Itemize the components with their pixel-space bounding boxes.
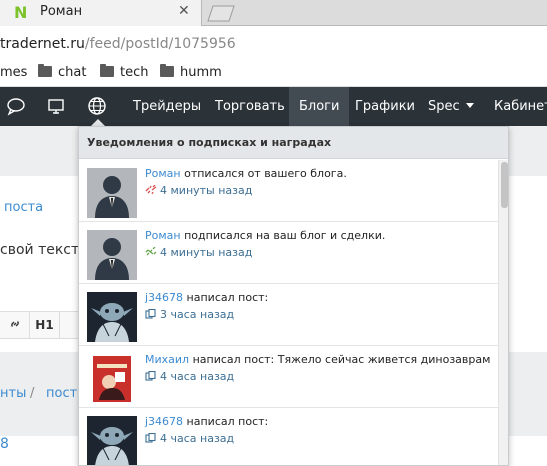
bookmark-chat[interactable]: chat bbox=[38, 64, 87, 80]
site-favicon-icon: N bbox=[14, 3, 28, 22]
notifications-title: Уведомления о подписках и наградах bbox=[87, 136, 332, 149]
bookmark-tech[interactable]: tech bbox=[100, 64, 149, 80]
nav-traders[interactable]: Трейдеры bbox=[133, 87, 201, 126]
notification-action: подписался на ваш блог и сделки. bbox=[180, 229, 386, 242]
address-bar[interactable]: tradernet.ru/feed/postId/1075956 bbox=[0, 27, 547, 62]
avatar[interactable] bbox=[87, 292, 137, 342]
nav-spec[interactable]: Spec bbox=[428, 87, 474, 126]
notification-time: 4 часа назад bbox=[145, 370, 234, 383]
close-tab-icon[interactable]: ✕ bbox=[178, 3, 190, 19]
bookmark-mes[interactable]: mes bbox=[0, 65, 27, 80]
nav-cabinet[interactable]: Кабинет bbox=[494, 87, 547, 126]
notification-time: 4 минуты назад bbox=[145, 184, 252, 197]
avatar[interactable] bbox=[87, 230, 137, 280]
notification-time-text: 4 минуты назад bbox=[160, 184, 253, 197]
bookmark-label: humm bbox=[180, 65, 222, 80]
notification-action: отписался от вашего блога. bbox=[180, 167, 347, 180]
nav-spec-label: Spec bbox=[428, 99, 460, 114]
copy-icon bbox=[145, 433, 156, 443]
editor-toolbar: H1 bbox=[0, 311, 90, 339]
scrollbar-thumb[interactable] bbox=[501, 162, 508, 208]
nav-charts[interactable]: Графики bbox=[355, 87, 415, 126]
site-navbar: Трейдеры Торговать Блоги Графики Spec Ка… bbox=[0, 87, 547, 126]
nav-trade[interactable]: Торговать bbox=[215, 87, 285, 126]
notification-user-link[interactable]: Роман bbox=[145, 167, 181, 180]
notification-time: 4 часа назад bbox=[145, 432, 234, 445]
avatar[interactable] bbox=[87, 168, 137, 218]
notification-user-link[interactable]: Роман bbox=[145, 229, 181, 242]
notification-user-link[interactable]: j34678 bbox=[145, 291, 183, 304]
notification-text: Роман отписался от вашего блога. bbox=[145, 167, 347, 180]
notifications-header: Уведомления о подписках и наградах bbox=[79, 127, 508, 159]
avatar[interactable] bbox=[87, 354, 137, 404]
h1-button[interactable]: H1 bbox=[30, 312, 60, 338]
notification-time: 4 минуты назад bbox=[145, 246, 252, 259]
notifications-list: Роман отписался от вашего блога. 4 минут… bbox=[79, 160, 498, 465]
notification-time: 3 часа назад bbox=[145, 308, 234, 321]
notification-action: написал пост: Тяжело сейчас живется дино… bbox=[189, 353, 491, 366]
link-icon[interactable] bbox=[0, 312, 30, 338]
breadcrumb-separator: / bbox=[30, 386, 35, 401]
broken-link-icon bbox=[145, 185, 157, 195]
notifications-dropdown: Уведомления о подписках и наградах Роман… bbox=[78, 126, 509, 466]
notification-item[interactable]: Михаил написал пост: Тяжело сейчас живет… bbox=[79, 346, 498, 408]
user-avatar-image bbox=[87, 354, 137, 404]
notification-item[interactable]: Роман подписался на ваш блог и сделки. 4… bbox=[79, 222, 498, 284]
browser-tabstrip: N Роман ✕ bbox=[0, 0, 547, 26]
default-avatar-icon bbox=[87, 168, 137, 218]
notification-action: написал пост: bbox=[183, 291, 269, 304]
folder-icon bbox=[100, 64, 114, 77]
avatar[interactable] bbox=[87, 416, 137, 465]
bookmark-label: mes bbox=[0, 65, 28, 80]
notification-item[interactable]: Роман отписался от вашего блога. 4 минут… bbox=[79, 160, 498, 222]
scrollbar[interactable] bbox=[498, 160, 508, 465]
chevron-down-icon bbox=[465, 103, 474, 108]
notification-time-text: 4 часа назад bbox=[160, 370, 235, 383]
user-avatar-image bbox=[87, 292, 137, 342]
bookmark-label: tech bbox=[120, 65, 149, 80]
bookmark-label: chat bbox=[58, 65, 87, 80]
url-path: /feed/postId/1075956 bbox=[84, 36, 236, 52]
notification-user-link[interactable]: j34678 bbox=[145, 415, 183, 428]
chat-bubble-icon[interactable] bbox=[5, 95, 27, 117]
folder-icon bbox=[160, 64, 174, 77]
globe-icon[interactable] bbox=[86, 95, 108, 117]
copy-icon bbox=[145, 371, 156, 381]
post-link[interactable]: поста bbox=[4, 200, 43, 215]
user-avatar-image bbox=[87, 416, 137, 465]
default-avatar-icon bbox=[87, 230, 137, 280]
notification-action: написал пост: bbox=[183, 415, 269, 428]
tab-title: Роман bbox=[40, 4, 83, 19]
bookmark-humm[interactable]: humm bbox=[160, 64, 222, 80]
copy-icon bbox=[145, 309, 156, 319]
notification-time-text: 4 часа назад bbox=[160, 432, 235, 445]
notification-user-link[interactable]: Михаил bbox=[145, 353, 189, 366]
notification-time-text: 3 часа назад bbox=[160, 308, 235, 321]
link-icon bbox=[145, 247, 157, 256]
folder-icon bbox=[38, 64, 52, 77]
breadcrumb-item[interactable]: пост bbox=[46, 386, 77, 401]
editor-placeholder[interactable]: свой текст bbox=[0, 242, 79, 258]
notification-time-text: 4 минуты назад bbox=[160, 246, 253, 259]
notification-text: Михаил написал пост: Тяжело сейчас живет… bbox=[145, 353, 490, 366]
notification-item[interactable]: j34678 написал пост: 4 часа назад bbox=[79, 408, 498, 465]
url-text[interactable]: tradernet.ru/feed/postId/1075956 bbox=[0, 36, 236, 52]
nav-blogs[interactable]: Блоги bbox=[289, 87, 350, 126]
breadcrumb-item[interactable]: нты bbox=[0, 386, 26, 401]
browser-tab[interactable]: N Роман ✕ bbox=[0, 0, 202, 26]
bookmarks-bar: mes chat tech humm bbox=[0, 62, 547, 87]
new-tab-button[interactable] bbox=[204, 5, 236, 22]
notification-text: Роман подписался на ваш блог и сделки. bbox=[145, 229, 385, 242]
notification-item[interactable]: j34678 написал пост: 3 часа назад bbox=[79, 284, 498, 346]
count-link[interactable]: 8 bbox=[0, 436, 9, 452]
notification-text: j34678 написал пост: bbox=[145, 291, 268, 304]
monitor-icon[interactable] bbox=[45, 95, 67, 117]
url-host: tradernet.ru bbox=[0, 36, 85, 52]
notification-text: j34678 написал пост: bbox=[145, 415, 268, 428]
